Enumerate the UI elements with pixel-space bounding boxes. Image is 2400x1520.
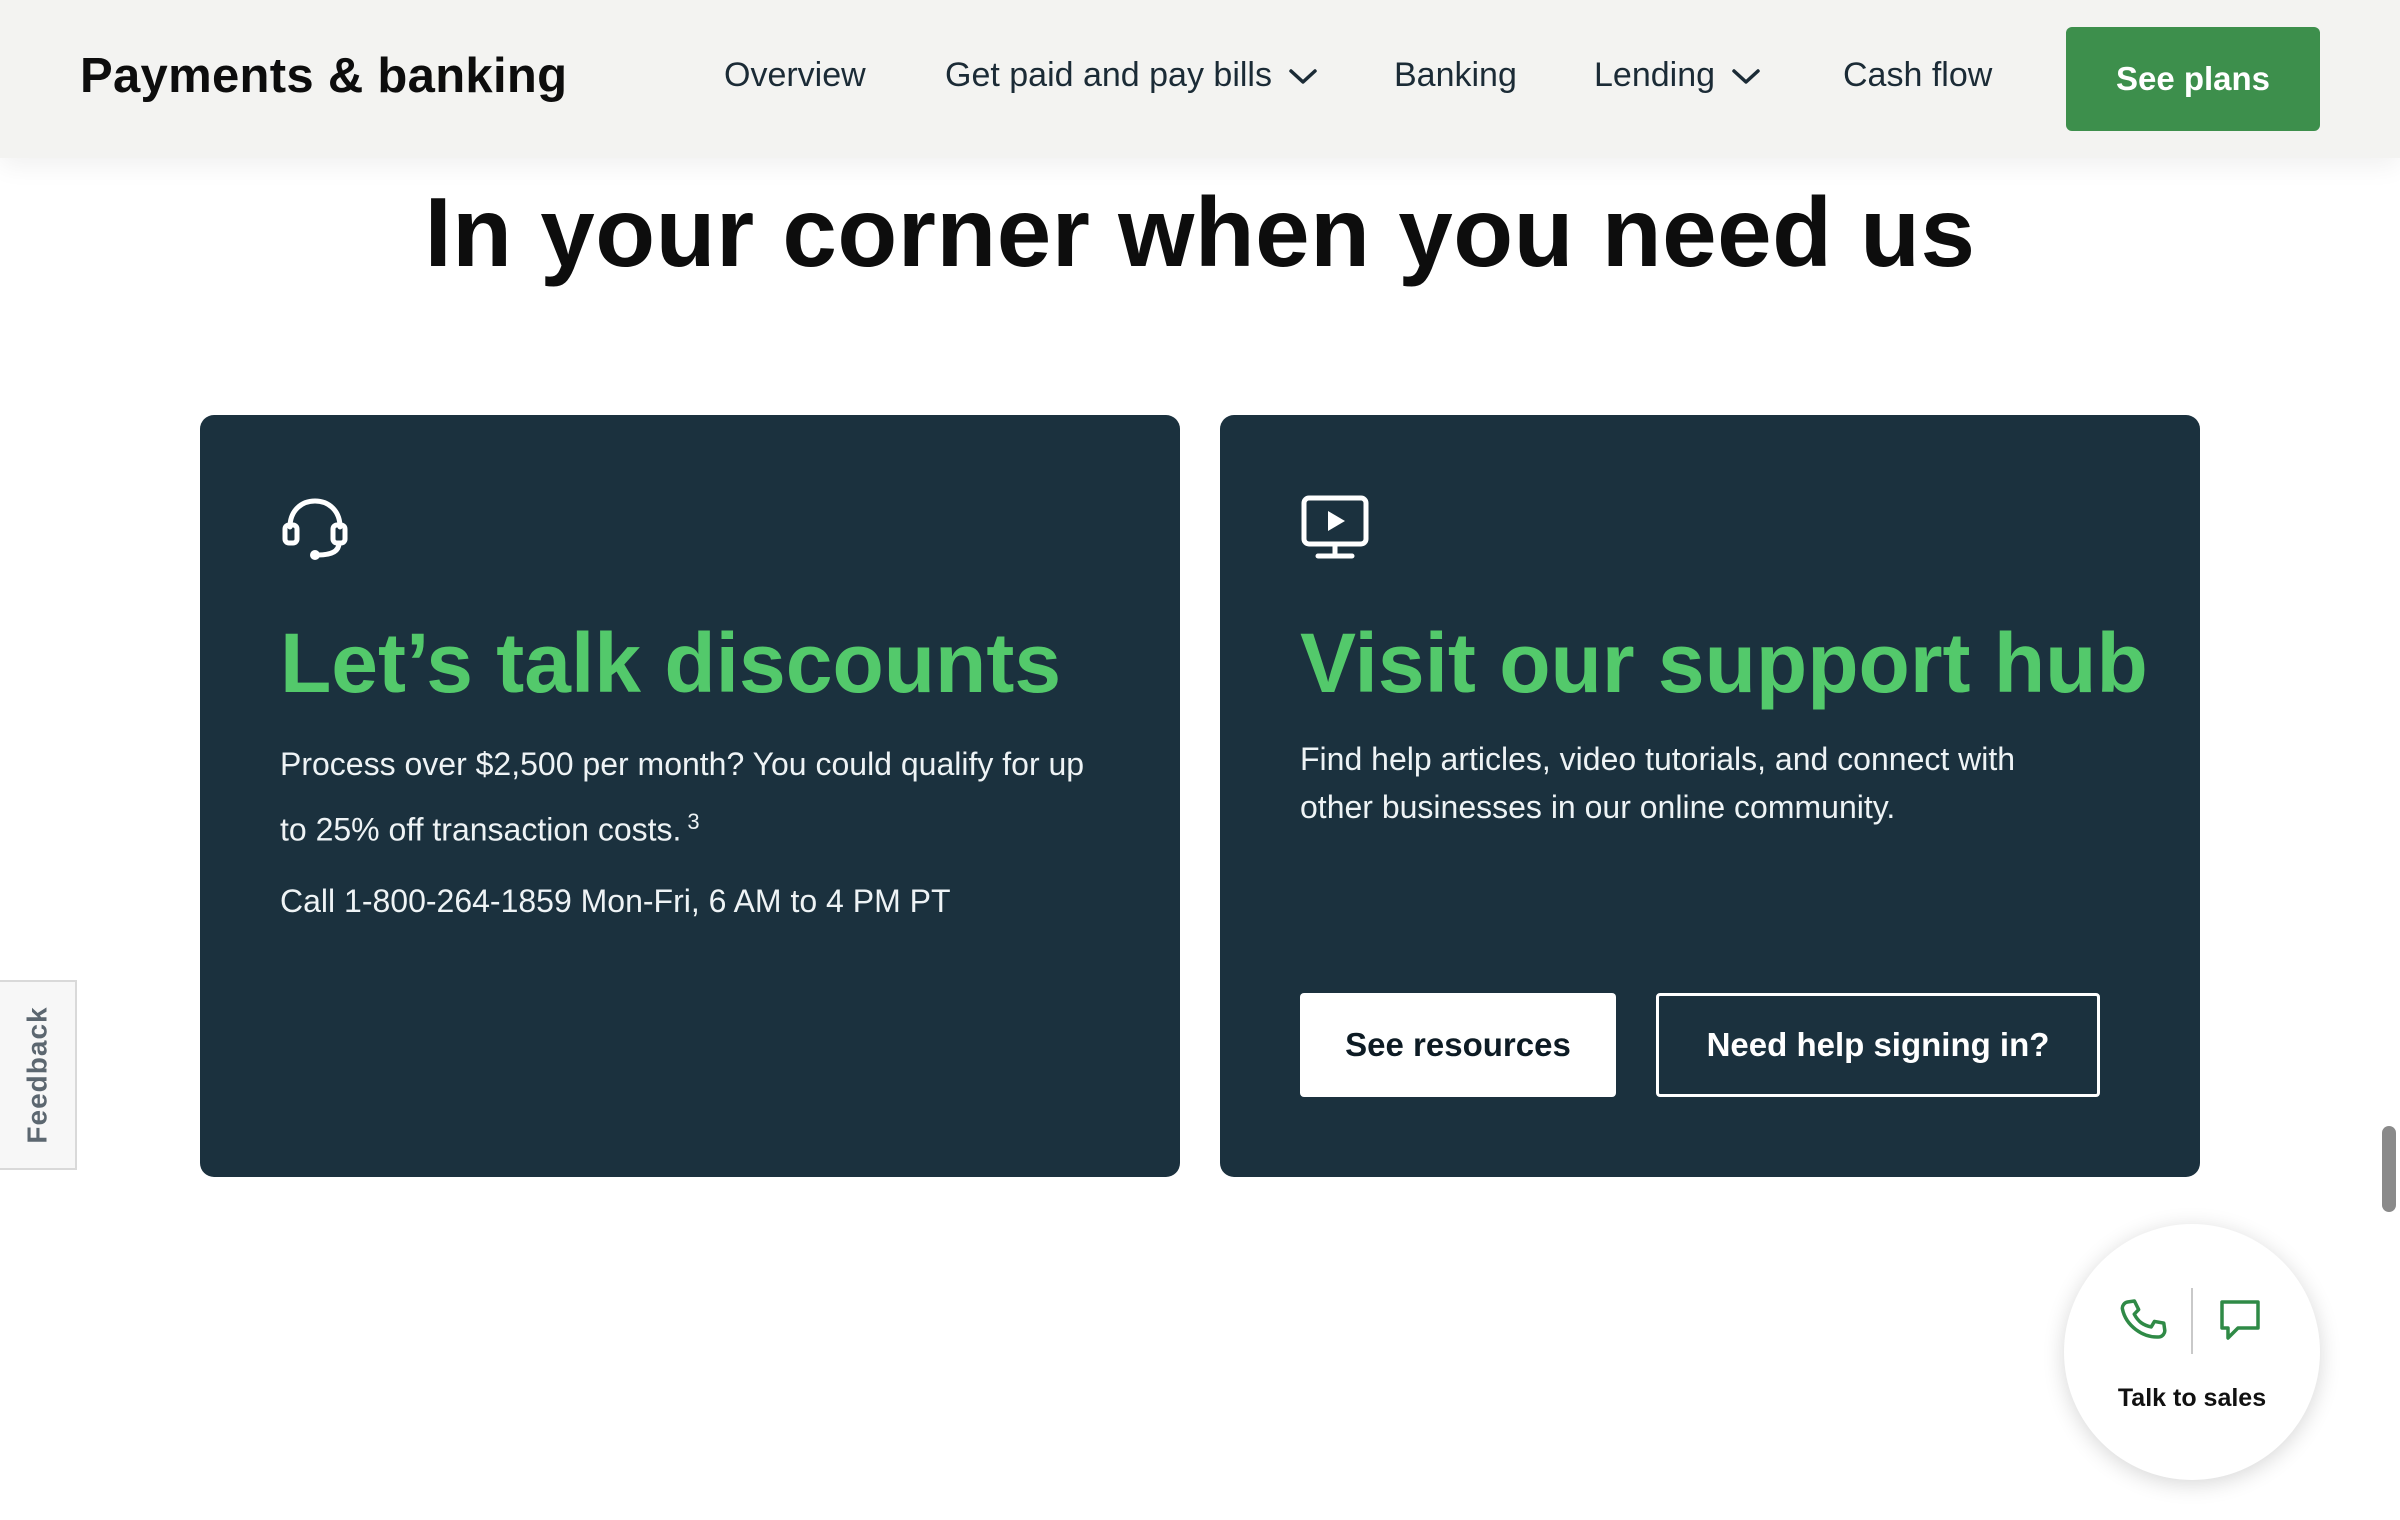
chat-icon[interactable] (2216, 1296, 2264, 1344)
nav-lending[interactable]: Lending (1594, 56, 1761, 95)
video-monitor-icon (1301, 495, 1369, 559)
nav-get-paid-label: Get paid and pay bills (945, 56, 1272, 94)
see-resources-button[interactable]: See resources (1300, 993, 1616, 1097)
nav-overview-label: Overview (724, 56, 866, 94)
support-hub-card: Visit our support hub Find help articles… (1220, 415, 2200, 1177)
discounts-card: Let’s talk discounts Process over $2,500… (200, 415, 1180, 1177)
sales-divider (2191, 1288, 2193, 1354)
talk-to-sales-label: Talk to sales (2117, 1384, 2267, 1412)
nav-banking[interactable]: Banking (1394, 56, 1517, 95)
brand-title: Payments & banking (80, 49, 568, 103)
scrollbar-thumb[interactable] (2382, 1126, 2396, 1212)
nav-cash-flow-label: Cash flow (1843, 56, 1993, 94)
nav-cash-flow[interactable]: Cash flow (1843, 56, 1992, 95)
discounts-title: Let’s talk discounts (280, 616, 1062, 710)
discounts-body-text: Process over $2,500 per month? You could… (280, 746, 1085, 848)
talk-to-sales-widget[interactable]: Talk to sales (2064, 1224, 2320, 1480)
help-signing-in-button[interactable]: Need help signing in? (1656, 993, 2100, 1097)
section-headline: In your corner when you need us (424, 177, 1976, 287)
top-header: Payments & banking Overview Get paid and… (0, 0, 2400, 158)
discounts-phone-info: Call 1-800-264-1859 Mon-Fri, 6 AM to 4 P… (280, 883, 951, 919)
see-plans-button[interactable]: See plans (2066, 27, 2320, 131)
feedback-tab[interactable]: Feedback (0, 980, 77, 1170)
support-hub-description: Find help articles, video tutorials, and… (1300, 741, 2016, 825)
nav-banking-label: Banking (1394, 56, 1517, 94)
nav-overview[interactable]: Overview (724, 56, 866, 95)
support-hub-title: Visit our support hub (1300, 616, 2148, 710)
phone-icon[interactable] (2118, 1294, 2168, 1344)
footnote-marker[interactable]: 3 (687, 809, 699, 834)
chevron-down-icon (1289, 68, 1317, 84)
chevron-down-icon (1732, 68, 1760, 84)
nav-lending-label: Lending (1594, 56, 1716, 94)
headset-icon (282, 498, 348, 560)
page: Payments & banking Overview Get paid and… (0, 0, 2400, 1520)
nav-get-paid[interactable]: Get paid and pay bills (945, 56, 1318, 95)
discounts-description: Process over $2,500 per month? You could… (280, 735, 1100, 859)
feedback-label: Feedback (21, 1006, 53, 1144)
